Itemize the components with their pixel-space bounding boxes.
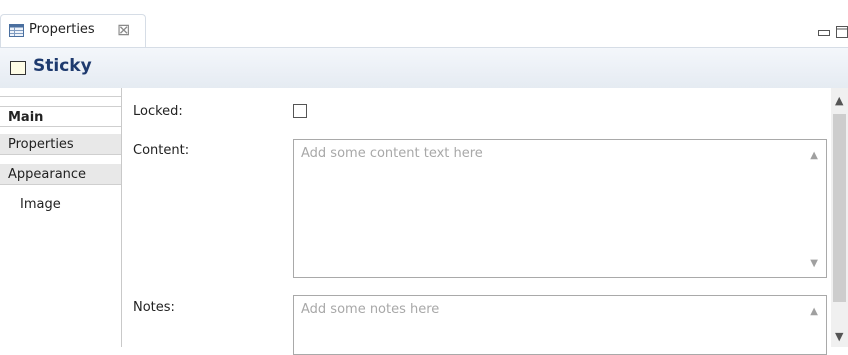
maximize-icon[interactable]	[836, 26, 848, 38]
notes-label: Notes:	[133, 300, 175, 315]
locked-checkbox[interactable]	[293, 104, 307, 118]
properties-table-icon	[9, 24, 24, 37]
content-textarea[interactable]: Add some content text here ▲ ▼	[293, 139, 827, 278]
scrollbar-thumb[interactable]	[833, 114, 846, 302]
content-placeholder: Add some content text here	[301, 146, 483, 161]
properties-view-tab[interactable]: Properties ⊠	[0, 14, 146, 47]
notes-scroll-up-icon[interactable]: ▲	[810, 306, 818, 317]
content-scroll-up-icon[interactable]: ▲	[810, 150, 818, 161]
properties-title-bar: Sticky	[0, 47, 848, 88]
tab-list-top-divider	[0, 96, 121, 97]
minimize-icon[interactable]	[818, 26, 830, 36]
notes-placeholder: Add some notes here	[301, 302, 440, 317]
scroll-up-icon[interactable]: ▲	[835, 94, 843, 107]
scroll-down-icon[interactable]: ▼	[835, 330, 843, 343]
notes-textarea[interactable]: Add some notes here ▲	[293, 295, 827, 355]
sticky-icon	[10, 61, 26, 75]
locked-label: Locked:	[133, 104, 183, 119]
tab-main[interactable]: Main	[0, 106, 121, 127]
close-icon[interactable]: ⊠	[117, 20, 130, 39]
tab-image[interactable]: Image	[0, 194, 121, 215]
content-scroll-down-icon[interactable]: ▼	[810, 258, 818, 269]
page-title: Sticky	[33, 56, 92, 76]
view-tab-bar: Properties ⊠	[0, 0, 848, 47]
content-label: Content:	[133, 143, 190, 158]
view-tab-label: Properties	[29, 22, 95, 37]
tab-properties[interactable]: Properties	[0, 134, 121, 155]
vertical-scrollbar[interactable]: ▲ ▼	[831, 88, 848, 347]
tab-appearance[interactable]: Appearance	[0, 164, 121, 185]
properties-tab-list: Main Properties Appearance Image	[0, 88, 122, 347]
